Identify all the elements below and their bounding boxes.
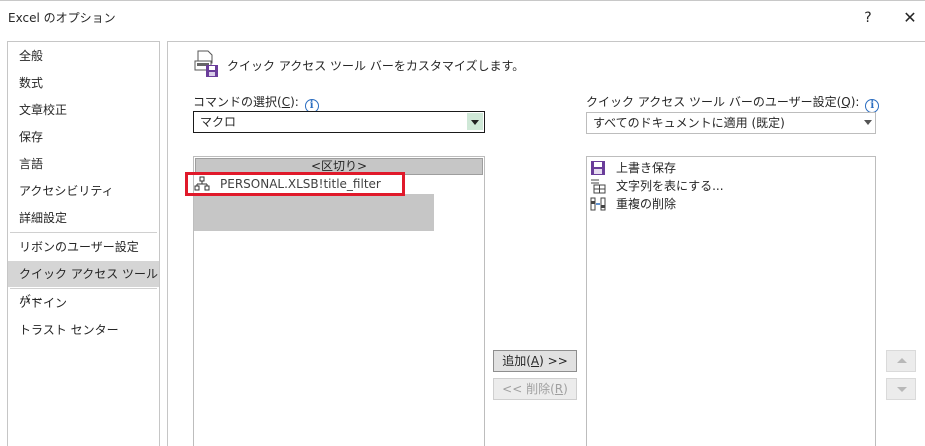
customize-toolbar-label: クイック アクセス ツール バーのユーザー設定(Q): i <box>586 93 880 113</box>
list-item-label: 上書き保存 <box>616 161 677 175</box>
save-icon <box>591 161 605 175</box>
remove-duplicates-icon <box>590 197 606 211</box>
highlight-annotation <box>185 172 405 196</box>
choose-commands-value: マクロ <box>200 115 237 129</box>
chevron-down-icon[interactable] <box>467 113 483 130</box>
sidebar-item-advanced[interactable]: 詳細設定 <box>8 205 159 231</box>
sidebar-item-language[interactable]: 言語 <box>8 151 159 177</box>
sidebar-item-formulas[interactable]: 数式 <box>8 70 159 96</box>
sidebar-item-save[interactable]: 保存 <box>8 124 159 150</box>
selection-highlight <box>194 194 434 231</box>
page-header: クイック アクセス ツール バーをカスタマイズします。 <box>227 59 525 73</box>
sidebar-item-addins[interactable]: アドイン <box>8 290 159 316</box>
window-title: Excel のオプション <box>8 11 116 25</box>
customize-toolbar-value: すべてのドキュメントに適用 (既定) <box>593 116 785 130</box>
choose-commands-label: コマンドの選択(C): i <box>193 93 319 113</box>
list-item[interactable]: 文字列を表にする... <box>589 177 869 195</box>
info-icon[interactable]: i <box>865 99 880 113</box>
list-item-label: 重複の削除 <box>616 197 677 211</box>
move-up-button[interactable] <box>886 350 916 372</box>
sidebar-item-trust-center[interactable]: トラスト センター <box>8 317 159 343</box>
sidebar-item-proofing[interactable]: 文章校正 <box>8 97 159 123</box>
excel-options-dialog: Excel のオプション ? ✕ 全般 数式 文章校正 保存 言語 アクセシビリ… <box>0 0 925 446</box>
available-commands-list[interactable]: <区切り> PERSONAL.XLSB!title_filter <box>193 156 485 446</box>
move-down-button[interactable] <box>886 378 916 400</box>
list-item-label: 文字列を表にする... <box>616 179 724 193</box>
sidebar-item-customize-ribbon[interactable]: リボンのユーザー設定 <box>8 234 159 260</box>
sidebar-item-accessibility[interactable]: アクセシビリティ <box>8 178 159 204</box>
text-to-table-icon <box>591 179 606 194</box>
add-button[interactable]: 追加(A) >> <box>493 350 577 372</box>
sidebar: 全般 数式 文章校正 保存 言語 アクセシビリティ 詳細設定 リボンのユーザー設… <box>7 41 160 446</box>
close-button[interactable]: ✕ <box>890 5 925 31</box>
list-item[interactable]: 上書き保存 <box>589 159 869 177</box>
quick-access-toolbar-icon <box>194 50 218 77</box>
help-button[interactable]: ? <box>848 5 888 31</box>
choose-commands-dropdown[interactable]: マクロ <box>193 111 485 133</box>
sidebar-item-quick-access-toolbar[interactable]: クイック アクセス ツール バー <box>8 261 159 307</box>
list-item[interactable]: 重複の削除 <box>589 195 869 213</box>
sidebar-item-general[interactable]: 全般 <box>8 43 159 69</box>
title-bar: Excel のオプション ? ✕ <box>0 1 925 33</box>
chevron-down-icon[interactable] <box>864 120 872 125</box>
remove-button[interactable]: << 削除(R) <box>493 378 577 400</box>
sidebar-divider <box>10 288 157 289</box>
customize-toolbar-dropdown[interactable]: すべてのドキュメントに適用 (既定) <box>586 112 876 134</box>
toolbar-commands-list[interactable]: 上書き保存 文字列を表にする... 重複の削除 <box>586 156 876 446</box>
sidebar-divider <box>10 232 157 233</box>
